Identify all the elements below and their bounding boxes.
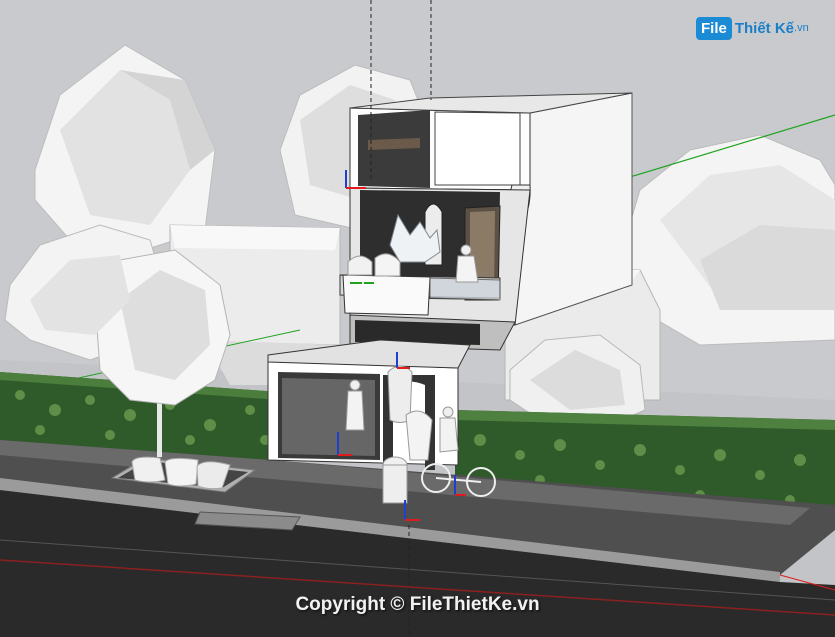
filethietke-logo: File Thiết Kế .vn	[696, 14, 809, 42]
sketchup-viewport[interactable]: File Thiết Kế .vn Copyright © FileThietK…	[0, 0, 835, 637]
logo-text: Thiết Kế	[734, 19, 795, 37]
logo-tld: .vn	[794, 22, 809, 34]
3d-model-scene[interactable]	[0, 0, 835, 637]
copyright-watermark: Copyright © FileThietKe.vn	[295, 594, 540, 615]
logo-file-badge: File	[696, 16, 732, 40]
